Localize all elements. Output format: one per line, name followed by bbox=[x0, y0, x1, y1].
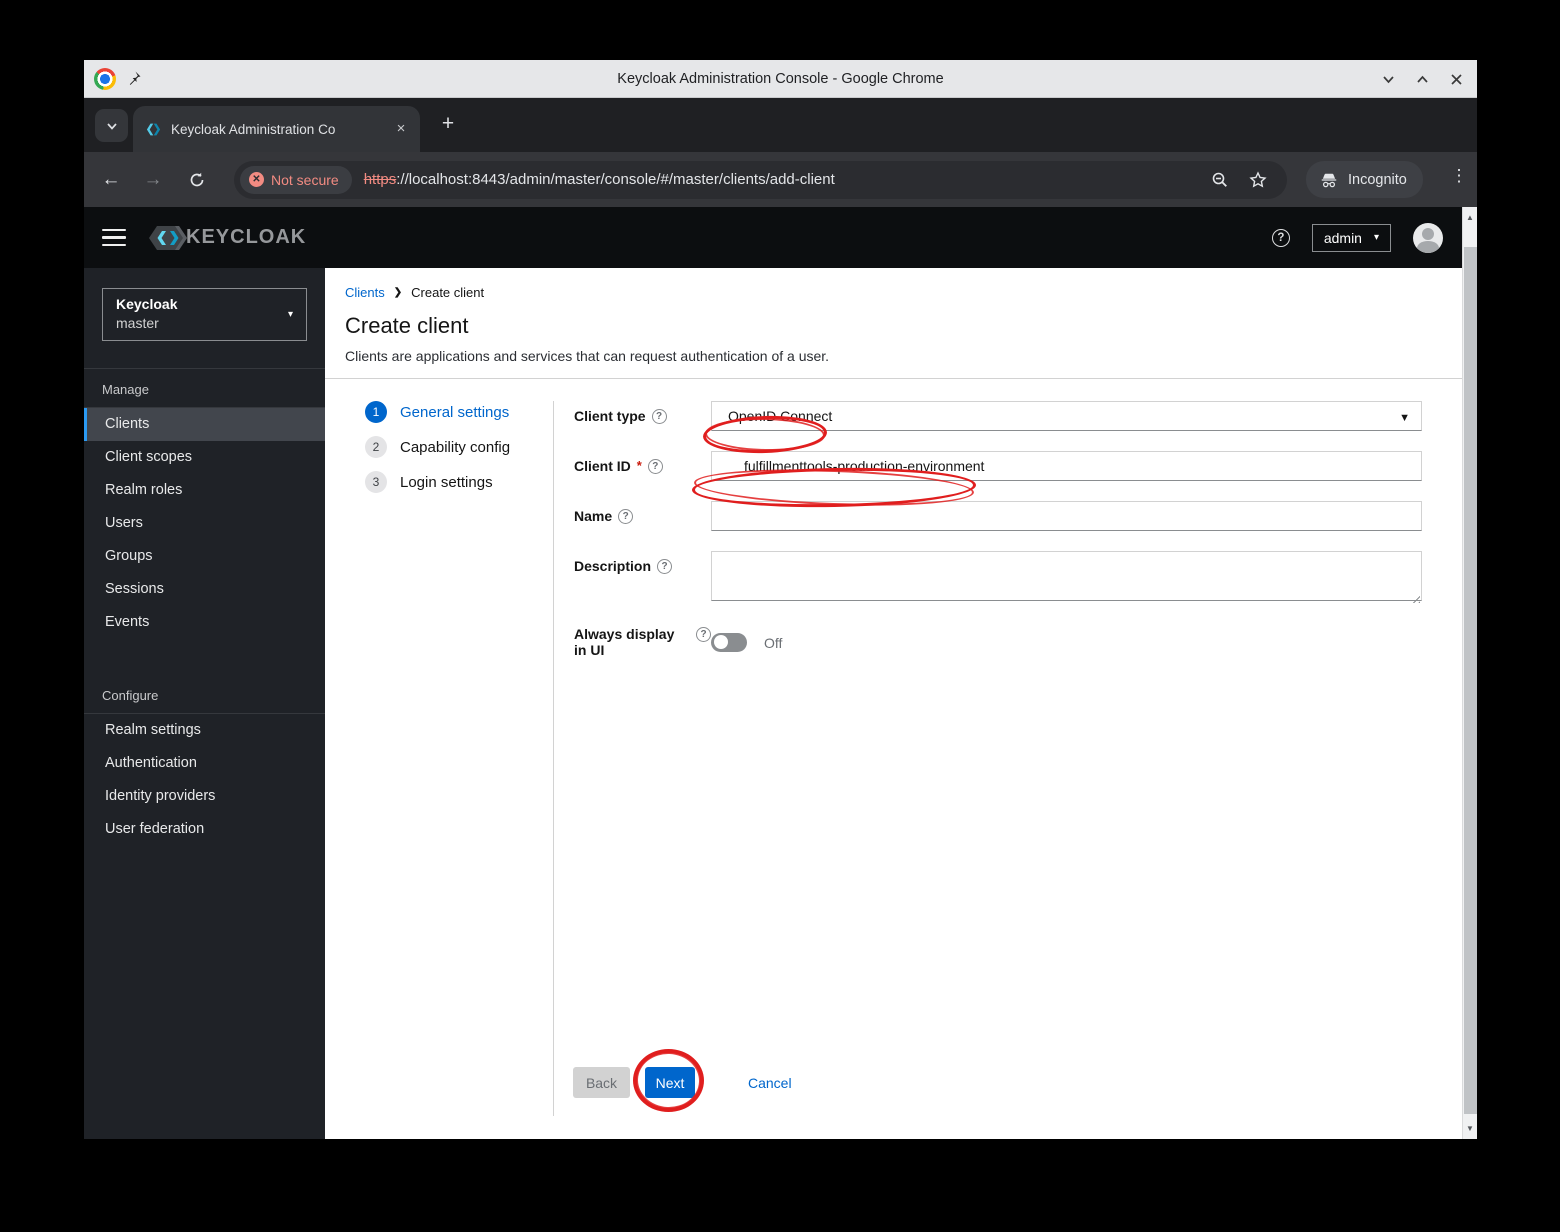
wizard-step-login-settings[interactable]: 3 Login settings bbox=[365, 471, 553, 493]
sidebar-item-client-scopes[interactable]: Client scopes bbox=[84, 441, 325, 474]
help-icon[interactable]: ? bbox=[647, 459, 663, 474]
browser-menu-icon[interactable]: ⋮ bbox=[1446, 166, 1472, 186]
keycloak-wordmark: KEYCLOAK bbox=[186, 226, 307, 248]
sidebar-item-realm-roles[interactable]: Realm roles bbox=[84, 474, 325, 507]
create-client-wizard: 1 General settings 2 Capability config 3… bbox=[325, 379, 1462, 1138]
window-maximize-icon[interactable] bbox=[1413, 70, 1431, 88]
sidebar: Keycloak master ▾ Manage Clients Client … bbox=[84, 268, 325, 1139]
titlebar: Keycloak Administration Console - Google… bbox=[84, 60, 1477, 98]
wizard-step-general-settings[interactable]: 1 General settings bbox=[365, 401, 553, 423]
wizard-actions: Back Next Cancel bbox=[573, 1067, 792, 1098]
client-id-input[interactable] bbox=[711, 451, 1422, 481]
forward-icon[interactable]: → bbox=[138, 165, 168, 195]
url-rest: ://localhost:8443/admin/master/console/#… bbox=[396, 171, 835, 188]
back-button[interactable]: Back bbox=[573, 1067, 630, 1098]
new-tab-button[interactable]: + bbox=[434, 111, 462, 139]
name-input[interactable] bbox=[711, 501, 1422, 531]
scrollbar-thumb[interactable] bbox=[1464, 247, 1477, 1114]
help-icon[interactable]: ? bbox=[696, 627, 711, 642]
description-textarea[interactable] bbox=[711, 551, 1422, 601]
page-scrollbar[interactable]: ▲ ▼ bbox=[1462, 207, 1477, 1139]
keycloak-logo[interactable]: KEYCLOAK bbox=[146, 223, 306, 253]
chevron-down-icon: ▾ bbox=[1373, 232, 1379, 243]
incognito-icon bbox=[1321, 173, 1337, 187]
reload-icon[interactable] bbox=[182, 165, 212, 195]
not-secure-chip[interactable]: ✕ Not secure bbox=[240, 165, 352, 194]
chrome-logo-icon bbox=[94, 67, 116, 90]
browser-window: Keycloak Administration Console - Google… bbox=[84, 60, 1477, 1139]
realm-name: Keycloak bbox=[116, 296, 178, 312]
client-id-label: Client ID bbox=[574, 458, 631, 474]
user-menu-dropdown[interactable]: admin ▾ bbox=[1311, 223, 1391, 252]
sidebar-item-groups[interactable]: Groups bbox=[84, 540, 325, 573]
incognito-badge: Incognito bbox=[1306, 161, 1423, 198]
not-secure-icon: ✕ bbox=[249, 172, 264, 187]
scroll-up-icon[interactable]: ▲ bbox=[1463, 213, 1477, 222]
sidebar-item-realm-settings[interactable]: Realm settings bbox=[84, 714, 325, 747]
toggle-state-label: Off bbox=[764, 634, 783, 651]
browser-toolbar: ← → ✕ Not secure https://localhost:8443/… bbox=[84, 152, 1477, 207]
name-label: Name bbox=[574, 508, 613, 524]
wizard-step-capability-config[interactable]: 2 Capability config bbox=[365, 436, 553, 458]
avatar[interactable] bbox=[1413, 222, 1443, 253]
pin-icon bbox=[126, 70, 142, 86]
zoom-out-icon[interactable] bbox=[1205, 165, 1235, 195]
tab-search-button[interactable] bbox=[95, 109, 128, 142]
sidebar-item-user-federation[interactable]: User federation bbox=[84, 813, 325, 846]
always-display-toggle[interactable] bbox=[711, 632, 747, 652]
main-content: Clients ❯ Create client Create client Cl… bbox=[325, 268, 1462, 1139]
help-icon[interactable]: ? bbox=[657, 559, 673, 574]
browser-tab[interactable]: Keycloak Administration Co × bbox=[133, 106, 420, 152]
tab-close-icon[interactable]: × bbox=[392, 120, 410, 138]
sidebar-item-sessions[interactable]: Sessions bbox=[84, 573, 325, 606]
address-bar[interactable]: ✕ Not secure https://localhost:8443/admi… bbox=[234, 160, 1287, 199]
window-shade-icon[interactable] bbox=[1379, 70, 1397, 88]
breadcrumb: Clients ❯ Create client bbox=[325, 268, 1462, 300]
sidebar-item-users[interactable]: Users bbox=[84, 507, 325, 540]
hamburger-menu-icon[interactable] bbox=[102, 228, 126, 247]
url-scheme: https bbox=[363, 171, 397, 188]
bookmark-star-icon[interactable] bbox=[1243, 165, 1273, 195]
keycloak-masthead: KEYCLOAK ? admin ▾ bbox=[84, 207, 1462, 268]
sidebar-item-events[interactable]: Events bbox=[84, 606, 325, 639]
help-icon[interactable]: ? bbox=[1271, 228, 1290, 247]
realm-selector[interactable]: Keycloak master ▾ bbox=[102, 288, 307, 341]
keycloak-favicon-icon bbox=[145, 121, 162, 138]
always-display-label: Always display in UI bbox=[574, 626, 675, 658]
sidebar-item-clients[interactable]: Clients bbox=[84, 408, 325, 441]
sidebar-item-authentication[interactable]: Authentication bbox=[84, 747, 325, 780]
window-close-icon[interactable] bbox=[1447, 70, 1465, 88]
chevron-right-icon: ❯ bbox=[393, 287, 403, 298]
keycloak-logo-icon bbox=[149, 225, 187, 250]
user-menu-label: admin bbox=[1323, 229, 1362, 246]
client-type-select[interactable]: OpenID Connect bbox=[711, 401, 1422, 431]
nav-group-manage: Manage bbox=[84, 369, 325, 408]
client-type-label: Client type bbox=[574, 408, 646, 424]
realm-current: master bbox=[116, 315, 159, 331]
breadcrumb-current: Create client bbox=[411, 285, 485, 300]
page-title: Create client bbox=[345, 313, 469, 338]
nav-group-configure: Configure bbox=[84, 675, 325, 714]
page-subtitle: Clients are applications and services th… bbox=[345, 348, 830, 364]
chevron-down-icon: ▼ bbox=[1399, 412, 1410, 424]
general-settings-form: Client type? OpenID Connect ▼ Client ID *… bbox=[554, 379, 1462, 1138]
next-button[interactable]: Next bbox=[645, 1067, 695, 1098]
sidebar-item-identity-providers[interactable]: Identity providers bbox=[84, 780, 325, 813]
cancel-link[interactable]: Cancel bbox=[748, 1075, 792, 1091]
tab-title: Keycloak Administration Co bbox=[171, 121, 336, 137]
chevron-down-icon: ▾ bbox=[287, 309, 293, 320]
back-icon[interactable]: ← bbox=[96, 165, 126, 195]
tab-strip: Keycloak Administration Co × + bbox=[84, 98, 1477, 152]
help-icon[interactable]: ? bbox=[618, 509, 634, 524]
url-text: https://localhost:8443/admin/master/cons… bbox=[364, 171, 835, 188]
wizard-steps: 1 General settings 2 Capability config 3… bbox=[325, 379, 553, 1138]
scroll-down-icon[interactable]: ▼ bbox=[1463, 1124, 1477, 1133]
breadcrumb-clients-link[interactable]: Clients bbox=[345, 285, 385, 300]
help-icon[interactable]: ? bbox=[651, 409, 667, 424]
description-label: Description bbox=[574, 558, 652, 574]
window-title: Keycloak Administration Console - Google… bbox=[617, 70, 944, 87]
